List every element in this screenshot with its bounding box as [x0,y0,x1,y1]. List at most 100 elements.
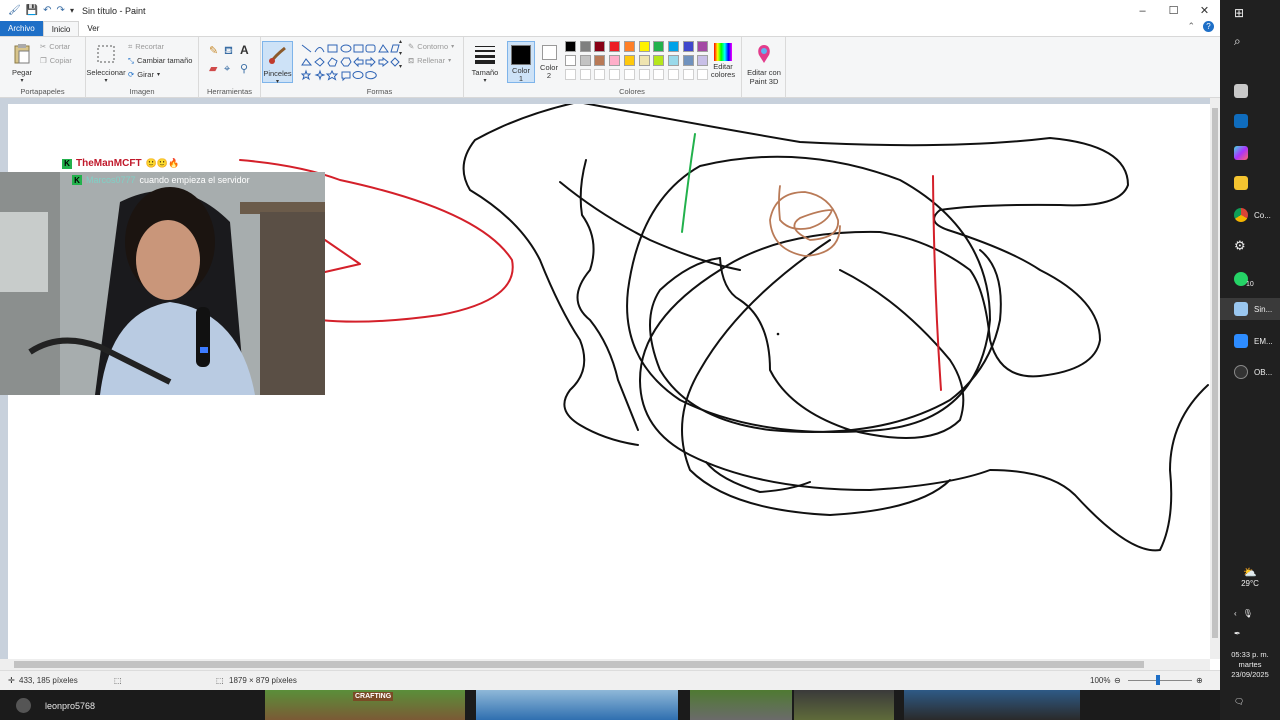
streamer-video [0,172,325,395]
minimize-button[interactable]: – [1127,0,1158,21]
palette-swatch[interactable] [653,41,665,52]
taskbar-app-em[interactable]: EM... [1220,330,1280,352]
taskbar-copilot[interactable] [1220,142,1280,164]
resize-button[interactable]: ⤡ Cambiar tamaño [128,56,192,65]
palette-swatch[interactable] [594,41,606,52]
edit-paint3d-button[interactable]: Editar con Paint 3D [743,43,785,86]
video-thumbnail-3[interactable] [690,690,792,720]
maximize-button[interactable]: ☐ [1158,0,1189,21]
palette-swatch[interactable] [653,55,665,66]
help-icon[interactable]: ? [1203,21,1214,32]
chevron-left-icon: ‹ [1234,608,1237,618]
size-button[interactable]: Tamaño ▾ [467,43,503,84]
edit-colors-button[interactable]: Editar colores [706,43,740,80]
custom-color-slot[interactable] [667,69,679,80]
paste-button[interactable]: Pegar ▾ [8,43,36,84]
tab-home[interactable]: Inicio [42,21,80,36]
custom-color-slot[interactable] [594,69,606,80]
palette-swatch[interactable] [667,55,679,66]
palette-swatch[interactable] [565,55,576,66]
palette-swatch[interactable] [609,55,621,66]
search-button[interactable]: ⌕ [1220,30,1280,52]
undo-icon[interactable]: ↶ [43,5,51,16]
taskbar-whatsapp[interactable]: 10 [1220,268,1280,290]
shapes-scroll-down[interactable]: ▾ [399,51,402,58]
palette-swatch[interactable] [579,55,591,66]
select-button[interactable]: Seleccionar ▾ [86,43,126,84]
color-picker-icon[interactable]: ⌖ [224,63,230,75]
video-thumbnail-1[interactable]: CRAFTING [265,690,465,720]
shapes-gallery[interactable] [300,43,400,83]
palette-swatch[interactable] [565,41,576,52]
taskbar-outlook[interactable] [1220,110,1280,132]
shapes-scroll-up[interactable]: ▴ [399,39,402,46]
fill-button[interactable]: ⛾ Rellenar ▾ [408,56,451,65]
taskbar-explorer[interactable] [1220,172,1280,194]
palette-swatch[interactable] [682,41,694,52]
pencil-icon[interactable]: ✎ [209,45,218,57]
horizontal-scrollbar[interactable] [0,659,1210,670]
cut-button[interactable]: ✂ Cortar [40,42,70,51]
crop-button[interactable]: ⌗ Recortar [128,42,164,51]
active-colors-group: Color 1 Color 2 [505,37,562,98]
custom-color-slot[interactable] [653,69,665,80]
custom-color-slot[interactable] [579,69,591,80]
palette-swatch[interactable] [623,41,635,52]
tray-chevron[interactable]: ‹ 🎙 [1220,602,1280,624]
palette-swatch[interactable] [594,55,606,66]
tab-file[interactable]: Archivo [0,21,43,36]
start-button[interactable]: ⊞ [1220,2,1280,24]
palette-swatch[interactable] [623,55,635,66]
pen-icon: ✒ [1234,628,1241,638]
zoom-slider-thumb[interactable] [1156,675,1160,685]
redo-icon[interactable]: ↷ [57,5,65,16]
custom-color-slot[interactable] [638,69,650,80]
weather-widget[interactable]: ⛅ 29°C [1220,566,1280,588]
taskbar-obs[interactable]: OB... [1220,361,1280,383]
notifications-button[interactable]: 🗨 [1220,690,1280,712]
taskbar-settings[interactable]: ⚙ [1220,235,1280,257]
vertical-scroll-thumb[interactable] [1212,108,1218,638]
magnifier-icon[interactable]: ⚲ [240,63,248,75]
video-thumbnail-2[interactable] [476,690,678,720]
horizontal-scroll-thumb[interactable] [14,661,1144,668]
rotate-button[interactable]: ⟳ Girar ▾ [128,70,160,79]
zoom-in-icon[interactable]: ⊕ [1196,676,1203,685]
palette-swatch[interactable] [638,55,650,66]
color1-button[interactable]: Color 1 [507,41,535,83]
tray-pen[interactable]: ✒ [1220,622,1280,644]
eraser-icon[interactable]: ▰ [209,63,217,75]
custom-color-slot[interactable] [565,69,576,80]
brushes-button[interactable]: Pinceles ▾ [262,41,293,85]
text-tool-icon[interactable]: A [240,43,249,57]
color2-button[interactable]: Color 2 [537,43,561,81]
palette-swatch[interactable] [667,41,679,52]
tab-view[interactable]: Ver [79,21,107,36]
zoom-slider[interactable] [1128,680,1192,681]
customize-chevron-icon[interactable]: ▾ [70,6,74,15]
custom-color-slot[interactable] [623,69,635,80]
collapse-ribbon-icon[interactable]: ⌃ [1187,21,1195,32]
palette-swatch[interactable] [609,41,621,52]
taskbar-paint[interactable]: Sin... [1220,298,1280,320]
palette-swatch[interactable] [638,41,650,52]
video-thumbnail-4[interactable] [794,690,894,720]
brush-icon [268,46,286,64]
system-clock[interactable]: 05:33 p. m. martes 23/09/2025 [1220,650,1280,680]
palette-swatch[interactable] [579,41,591,52]
custom-color-slot[interactable] [682,69,694,80]
palette-swatch[interactable] [682,55,694,66]
outline-button[interactable]: ✎ Contorno ▾ [408,42,454,51]
vertical-scrollbar[interactable] [1210,98,1220,659]
shapes-expand[interactable]: ▾ [399,64,402,71]
save-icon[interactable]: 💾 [26,5,38,16]
close-button[interactable]: ✕ [1189,0,1220,21]
fill-bucket-icon[interactable]: ⛾ [224,45,233,57]
custom-color-slot[interactable] [609,69,621,80]
taskbar-app-1[interactable] [1220,80,1280,102]
color-spectrum-icon [714,43,732,61]
copy-button[interactable]: ❐ Copiar [40,56,72,65]
zoom-out-icon[interactable]: ⊖ [1114,676,1121,685]
video-thumbnail-5[interactable] [904,690,1080,720]
taskbar-chrome[interactable]: Co... [1220,204,1280,226]
